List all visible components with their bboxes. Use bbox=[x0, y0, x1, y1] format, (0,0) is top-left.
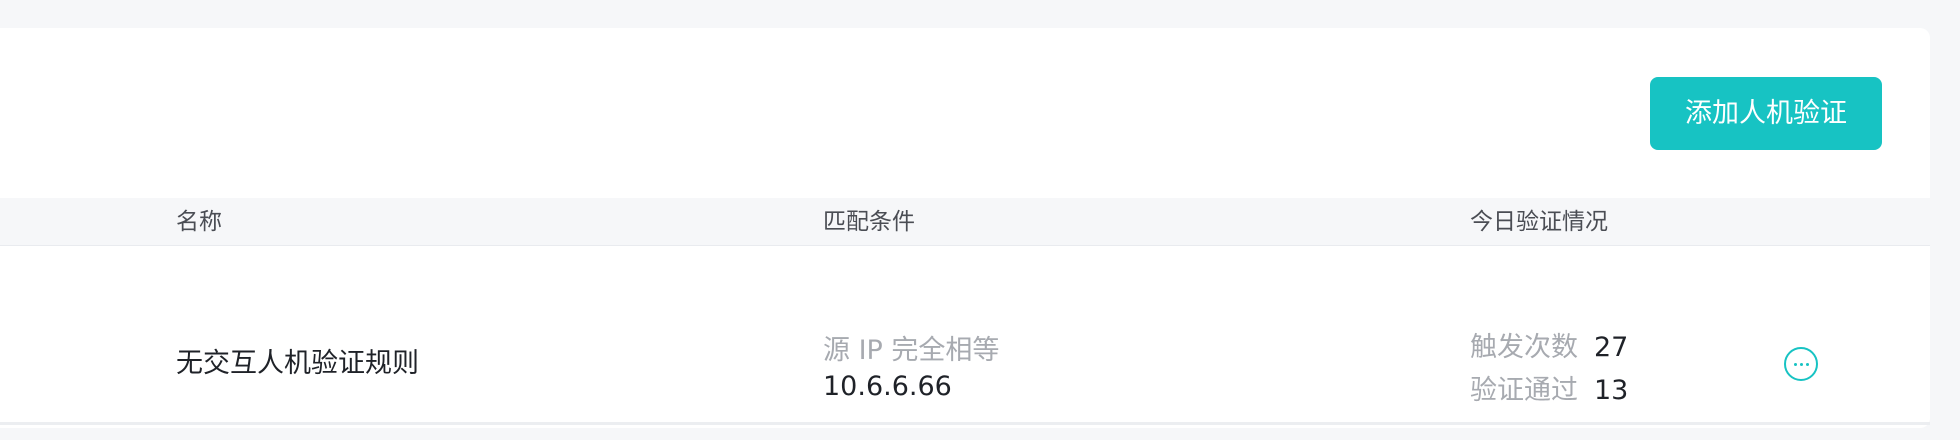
more-icon[interactable] bbox=[1784, 347, 1818, 381]
stat-triggered-value: 27 bbox=[1594, 332, 1629, 363]
rule-name: 无交互人机验证规则 bbox=[176, 348, 419, 379]
add-captcha-button[interactable]: 添加人机验证 bbox=[1650, 77, 1882, 150]
column-header-today-stats: 今日验证情况 bbox=[1470, 209, 1608, 235]
column-header-name: 名称 bbox=[176, 209, 222, 235]
table-row: 无交互人机验证规则 源 IP 完全相等 10.6.6.66 触发次数 27 验证通… bbox=[0, 247, 1930, 425]
more-icon-dot bbox=[1794, 363, 1797, 366]
condition-label: 源 IP 完全相等 bbox=[823, 335, 1000, 366]
table-header: 名称 匹配条件 今日验证情况 bbox=[0, 198, 1930, 246]
more-icon-dot bbox=[1800, 363, 1803, 366]
stat-triggered-label: 触发次数 bbox=[1470, 332, 1578, 363]
stat-passed-label: 验证通过 bbox=[1470, 375, 1578, 406]
more-icon-dot bbox=[1806, 363, 1809, 366]
column-header-condition: 匹配条件 bbox=[823, 209, 915, 235]
rules-card: 添加人机验证 名称 匹配条件 今日验证情况 无交互人机验证规则 源 IP 完全相… bbox=[0, 28, 1930, 428]
toolbar: 添加人机验证 bbox=[0, 28, 1930, 198]
stat-triggered: 触发次数 27 bbox=[1470, 325, 1628, 364]
condition-value: 10.6.6.66 bbox=[823, 371, 952, 402]
stat-passed: 验证通过 13 bbox=[1470, 368, 1628, 407]
stat-passed-value: 13 bbox=[1594, 375, 1629, 406]
